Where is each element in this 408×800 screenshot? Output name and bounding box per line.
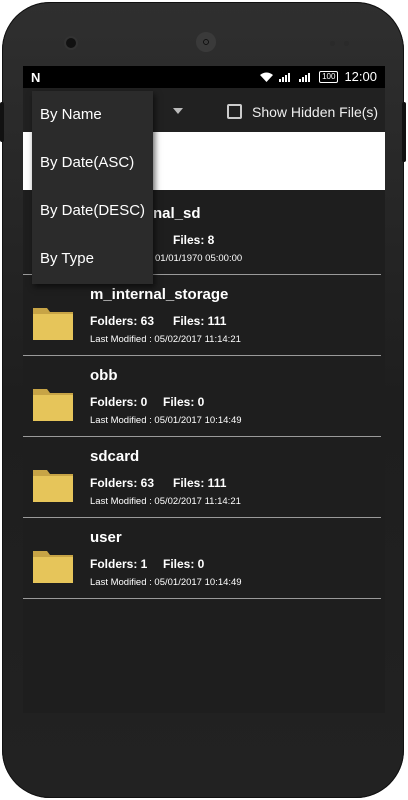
- app-screen: N 100 12:00 Show Hidden File(s) nal_sd F…: [23, 66, 385, 713]
- clock: 12:00: [344, 69, 377, 84]
- file-modified: Last Modified : 05/01/2017 10:14:49: [90, 415, 242, 426]
- signal-icon-2: [299, 72, 311, 82]
- file-folders-count: Folders: 1: [90, 557, 148, 571]
- folder-icon: [33, 308, 73, 340]
- menu-item-by-date-asc[interactable]: By Date(ASC): [32, 139, 153, 187]
- file-files-count: Files: 8: [173, 233, 215, 247]
- menu-item-by-type[interactable]: By Type: [32, 235, 153, 283]
- file-files-count: Files: 0: [163, 557, 205, 571]
- file-name: m_internal_storage: [90, 286, 229, 303]
- status-bar: N 100 12:00: [23, 66, 385, 88]
- divider: [23, 355, 381, 356]
- volume-button: [402, 102, 406, 162]
- light-sensor: [344, 41, 349, 46]
- divider: [23, 598, 381, 599]
- signal-icon: [279, 72, 291, 82]
- front-camera: [66, 38, 76, 48]
- show-hidden-checkbox[interactable]: [227, 104, 242, 119]
- file-name: nal_sd: [153, 205, 201, 222]
- file-folders-count: Folders: 63: [90, 314, 155, 328]
- file-files-count: Files: 0: [163, 395, 205, 409]
- file-list-row[interactable]: m_internal_storage Folders: 63 Files: 11…: [23, 276, 385, 356]
- menu-item-by-name[interactable]: By Name: [32, 91, 153, 139]
- wifi-icon: [260, 72, 274, 82]
- file-name: obb: [90, 367, 118, 384]
- file-list-row[interactable]: obb Folders: 0 Files: 0 Last Modified : …: [23, 357, 385, 437]
- file-files-count: Files: 111: [173, 314, 227, 328]
- folder-icon: [33, 551, 73, 583]
- status-icons: 100 12:00: [260, 69, 377, 84]
- sort-dropdown-arrow-icon[interactable]: [173, 108, 183, 114]
- file-modified: Last Modified : 05/02/2017 11:14:21: [90, 496, 241, 507]
- show-hidden-label[interactable]: Show Hidden File(s): [252, 104, 378, 120]
- divider: [23, 436, 381, 437]
- file-modified: Last Modified : 05/02/2017 11:14:21: [90, 334, 241, 345]
- file-list-row[interactable]: sdcard Folders: 63 Files: 111 Last Modif…: [23, 438, 385, 518]
- proximity-sensor: [330, 41, 335, 46]
- file-folders-count: Folders: 0: [90, 395, 148, 409]
- notification-letter: N: [31, 70, 41, 85]
- file-list-row[interactable]: user Folders: 1 Files: 0 Last Modified :…: [23, 519, 385, 599]
- file-modified: 01/01/1970 05:00:00: [155, 253, 243, 264]
- earpiece-speaker: [196, 32, 216, 52]
- folder-icon: [33, 470, 73, 502]
- folder-icon: [33, 389, 73, 421]
- file-name: sdcard: [90, 448, 140, 465]
- divider: [23, 517, 381, 518]
- file-modified: Last Modified : 05/01/2017 10:14:49: [90, 577, 242, 588]
- menu-item-by-date-desc[interactable]: By Date(DESC): [32, 187, 153, 235]
- file-folders-count: Folders: 63: [90, 476, 155, 490]
- file-files-count: Files: 111: [173, 476, 227, 490]
- power-button: [0, 102, 4, 142]
- file-name: user: [90, 529, 122, 546]
- sort-menu: By Name By Date(ASC) By Date(DESC) By Ty…: [32, 91, 153, 284]
- battery-icon: 100: [319, 70, 339, 83]
